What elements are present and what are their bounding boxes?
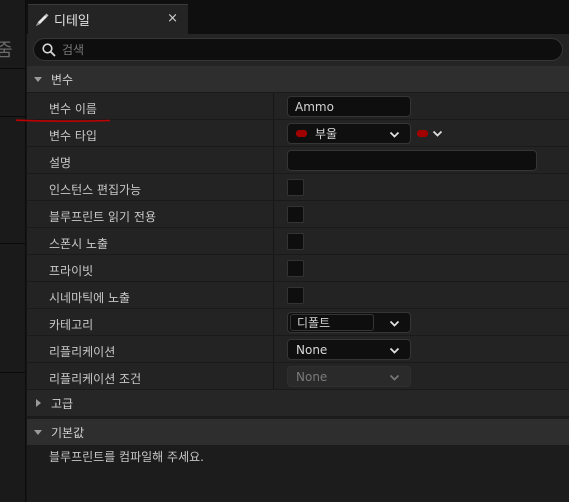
chevron-right-icon: [36, 399, 41, 407]
tab-details[interactable]: 디테일 ×: [28, 4, 188, 34]
chevron-down-icon: [432, 130, 443, 137]
divider: [0, 243, 25, 244]
description-field[interactable]: [287, 150, 537, 171]
category-label: 변수: [51, 72, 74, 87]
category-combo[interactable]: 디폴트: [287, 312, 411, 333]
search-bar: 검색: [27, 34, 569, 66]
instance-editable-label: 인스턴스 편집가능: [49, 183, 142, 197]
category-advanced[interactable]: 고급: [27, 390, 569, 417]
row-replication-condition: 리플리케이션 조건 None: [27, 363, 569, 390]
replication-value: None: [296, 342, 328, 357]
expose-to-cinematics-label: 시네마틱에 노출: [49, 291, 131, 305]
close-icon[interactable]: ×: [167, 11, 178, 26]
bool-pin-icon: [417, 130, 428, 137]
description-label: 설명: [49, 156, 72, 170]
column-divider: [273, 120, 274, 146]
expose-to-cinematics-checkbox[interactable]: [287, 287, 304, 304]
chevron-down-icon: [389, 347, 400, 354]
row-private: 프라이빗: [27, 255, 569, 282]
chevron-down-icon: [34, 77, 42, 82]
compile-message: 블루프린트를 컴파일해 주세요.: [27, 446, 569, 466]
expose-on-spawn-checkbox[interactable]: [287, 233, 304, 250]
divider: [0, 68, 25, 69]
instance-editable-checkbox[interactable]: [287, 179, 304, 196]
category-variables[interactable]: 변수: [27, 66, 569, 93]
replication-condition-label: 리플리케이션 조건: [49, 372, 142, 386]
chevron-down-icon: [389, 131, 400, 138]
clipped-panel-text: 줌: [0, 36, 13, 62]
variable-type-label: 변수 타입: [49, 129, 97, 143]
column-divider: [273, 228, 274, 254]
divider: [0, 372, 25, 373]
row-variable-type: 변수 타입 부울: [27, 120, 569, 147]
chevron-down-icon[interactable]: [389, 318, 400, 329]
column-divider: [273, 174, 274, 200]
variable-type-dropdown[interactable]: 부울: [287, 123, 411, 144]
details-window: 줌 디테일 × 검색: [0, 0, 569, 502]
column-divider: [273, 255, 274, 281]
category-default-value[interactable]: 기본값: [27, 419, 569, 446]
column-divider: [273, 363, 274, 389]
column-divider: [273, 93, 274, 119]
replication-dropdown[interactable]: None: [287, 339, 411, 360]
chevron-down-icon: [34, 430, 42, 435]
column-divider: [273, 309, 274, 335]
category-label: 고급: [51, 396, 74, 411]
expose-on-spawn-label: 스폰시 노출: [49, 237, 109, 251]
column-divider: [273, 336, 274, 362]
adjacent-panel-edge: 줌: [0, 0, 26, 502]
row-replication: 리플리케이션 None: [27, 336, 569, 363]
search-input[interactable]: 검색: [33, 38, 563, 61]
tab-title: 디테일: [54, 14, 90, 29]
details-panel: 검색 변수 변수 이름 Ammo 변수 타입 부울 설명 인스턴스 편집가능 블…: [27, 34, 569, 502]
category-field[interactable]: 디폴트: [290, 314, 374, 331]
column-divider: [273, 282, 274, 308]
divider: [0, 116, 25, 117]
pencil-brush-icon: [36, 13, 49, 26]
red-underline-annotation: [16, 119, 110, 122]
category-label: 카테고리: [49, 318, 94, 332]
row-instance-editable: 인스턴스 편집가능: [27, 174, 569, 201]
bool-pin-icon: [296, 130, 307, 137]
container-type-dropdown[interactable]: [417, 128, 443, 139]
chevron-down-icon: [389, 374, 400, 381]
replication-label: 리플리케이션: [49, 345, 116, 359]
variable-name-label: 변수 이름: [49, 102, 97, 116]
category-label: 기본값: [51, 425, 85, 440]
row-expose-to-cinematics: 시네마틱에 노출: [27, 282, 569, 309]
tab-bar: 디테일 ×: [26, 0, 569, 34]
search-icon: [42, 42, 56, 57]
row-description: 설명: [27, 147, 569, 174]
column-divider: [273, 147, 274, 173]
private-label: 프라이빗: [49, 264, 94, 278]
blueprint-readonly-label: 블루프린트 읽기 전용: [49, 210, 156, 224]
row-variable-name: 변수 이름 Ammo: [27, 93, 569, 120]
search-placeholder: 검색: [62, 43, 85, 57]
replication-condition-value: None: [296, 369, 328, 384]
private-checkbox[interactable]: [287, 260, 304, 277]
variable-type-value: 부울: [315, 127, 338, 141]
row-blueprint-readonly: 블루프린트 읽기 전용: [27, 201, 569, 228]
column-divider: [273, 201, 274, 227]
row-category: 카테고리 디폴트: [27, 309, 569, 336]
row-expose-on-spawn: 스폰시 노출: [27, 228, 569, 255]
replication-condition-dropdown: None: [287, 366, 411, 387]
variable-name-field[interactable]: Ammo: [287, 96, 411, 117]
blueprint-readonly-checkbox[interactable]: [287, 206, 304, 223]
